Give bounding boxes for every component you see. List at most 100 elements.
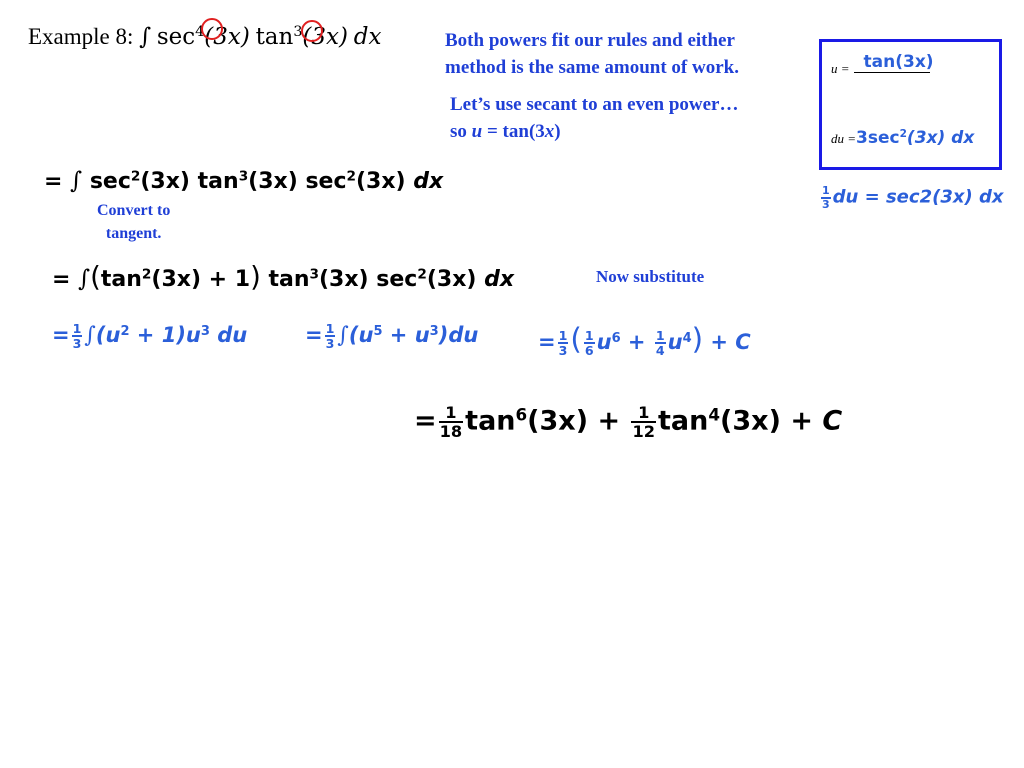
equals: = <box>305 323 323 348</box>
numerator: 1 <box>71 321 83 338</box>
u-var: u <box>471 121 483 142</box>
paren: ( <box>90 261 101 293</box>
du-row: du =3sec2(3x) dx <box>831 128 974 148</box>
numerator: 1 <box>583 327 595 344</box>
arg: (3x) + 1 <box>151 267 251 292</box>
denominator: 12 <box>632 422 656 441</box>
convert-note-line1: Convert to <box>97 202 171 219</box>
convert-note-line2: tangent. <box>105 225 162 242</box>
du-value: 3sec2(3x) dx <box>856 128 974 148</box>
arg: (3x) <box>248 169 298 194</box>
dx: dx <box>353 24 382 50</box>
text: = tan(3 <box>482 121 545 142</box>
tan-term: tan <box>658 405 709 437</box>
text: ) <box>554 121 561 142</box>
du-label: du = <box>831 131 857 146</box>
fraction: 13 <box>557 327 569 358</box>
expr: (u <box>348 323 374 348</box>
note-powers: Both powers fit our rules and either met… <box>445 27 739 81</box>
u-row: u = tan(3x) <box>831 52 934 78</box>
numerator: 1 <box>631 404 657 423</box>
tan-term: tan <box>197 169 239 194</box>
power: 3 <box>309 266 319 283</box>
power: 3 <box>238 168 249 185</box>
fraction: 16 <box>583 327 595 358</box>
denominator: 6 <box>584 343 594 358</box>
highlight-circle-tan-power <box>301 20 323 42</box>
note-powers-line2: method is the same amount of work. <box>445 57 739 78</box>
paren: ) <box>691 322 704 356</box>
fraction: 1 18 <box>438 404 464 441</box>
denominator: 3 <box>72 336 82 352</box>
u-label: u = <box>831 61 850 76</box>
denominator: 4 <box>655 343 665 358</box>
fraction: 13 <box>821 185 831 210</box>
power: 2 <box>899 128 907 141</box>
note-secant-line1: Let’s use secant to an even power… <box>450 94 739 115</box>
plus: + <box>620 330 653 354</box>
note-secant-line2: so u = tan(3x) <box>450 118 738 145</box>
equals: = <box>52 323 70 348</box>
substitute-note: Now substitute <box>596 267 705 286</box>
final-result: = 1 18 tan6(3x) + 1 12 tan4(3x) + C <box>414 404 842 440</box>
power: 2 <box>346 168 356 185</box>
fraction: 13 <box>71 321 83 352</box>
power: 6 <box>611 330 621 346</box>
text: (3x) dx <box>906 128 975 148</box>
numerator: 1 <box>821 184 831 199</box>
power: 3 <box>429 324 439 340</box>
example-label: Example 8: <box>28 24 134 49</box>
integral-sign: ∫ <box>84 323 96 349</box>
power: 2 <box>141 266 152 283</box>
step3-part3: = 1 3(1 6 u6 + 1 4 u4) + C <box>538 322 751 357</box>
power: 2 <box>417 266 427 283</box>
numerator: 1 <box>438 404 464 423</box>
power: 2 <box>130 168 141 185</box>
equals: = <box>52 267 71 292</box>
step3-part1: = 1 3 ∫(u2 + 1)u3 du <box>52 321 247 352</box>
text: 3sec <box>856 128 900 148</box>
u-value: tan(3x) <box>863 52 934 72</box>
convert-note: Convert to tangent. <box>97 199 170 245</box>
power: 4 <box>682 330 692 346</box>
constant: + C <box>780 405 843 437</box>
power: 4 <box>708 404 721 425</box>
step2-equation: = ∫(tan2(3x) + 1) tan3(3x) sec2(3x) dx <box>52 261 514 293</box>
numerator: 1 <box>557 327 569 344</box>
numerator: 1 <box>654 327 666 344</box>
expr: + 1)u <box>129 323 201 348</box>
paren: ) <box>250 261 261 293</box>
power: 3 <box>200 324 210 340</box>
du: )du <box>438 323 479 348</box>
equals: = <box>44 169 63 194</box>
expr: (u <box>95 323 121 348</box>
tan-term: tan <box>100 267 142 292</box>
sec-term: sec <box>305 169 347 194</box>
arg: (3x) <box>426 267 477 292</box>
arg: (3x) <box>140 169 190 194</box>
text: so <box>450 121 472 142</box>
arg: (3x) + <box>527 405 630 437</box>
note-secant: Let’s use secant to an even power… so u … <box>450 91 738 145</box>
sec-term: sec <box>156 24 196 50</box>
tan-term: tan <box>465 405 516 437</box>
u-blank: tan(3x) <box>853 52 934 73</box>
fraction: 1 12 <box>631 404 657 441</box>
du-relation: 1 3 du = sec2(3x) dx <box>819 185 1003 210</box>
power: 2 <box>120 324 130 340</box>
sec-term: sec <box>89 169 131 194</box>
sec-term: sec <box>376 267 418 292</box>
denominator: 3 <box>325 336 335 352</box>
dx: dx <box>413 169 444 194</box>
note-powers-line1: Both powers fit our rules and either <box>445 30 735 51</box>
step1-equation: = ∫ sec2(3x) tan3(3x) sec2(3x) dx <box>44 168 443 194</box>
integral-sign: ∫ <box>337 323 349 349</box>
step3-part2: = 1 3 ∫(u5 + u3)du <box>305 322 479 352</box>
denominator: 18 <box>439 422 463 441</box>
integral-sign: ∫ <box>78 266 91 292</box>
arg: (3x) <box>356 169 406 194</box>
denominator: 3 <box>558 343 568 358</box>
constant: + C <box>703 330 751 354</box>
expr: + u <box>382 323 430 348</box>
du-relation-text: du = sec2(3x) dx <box>832 186 1004 208</box>
